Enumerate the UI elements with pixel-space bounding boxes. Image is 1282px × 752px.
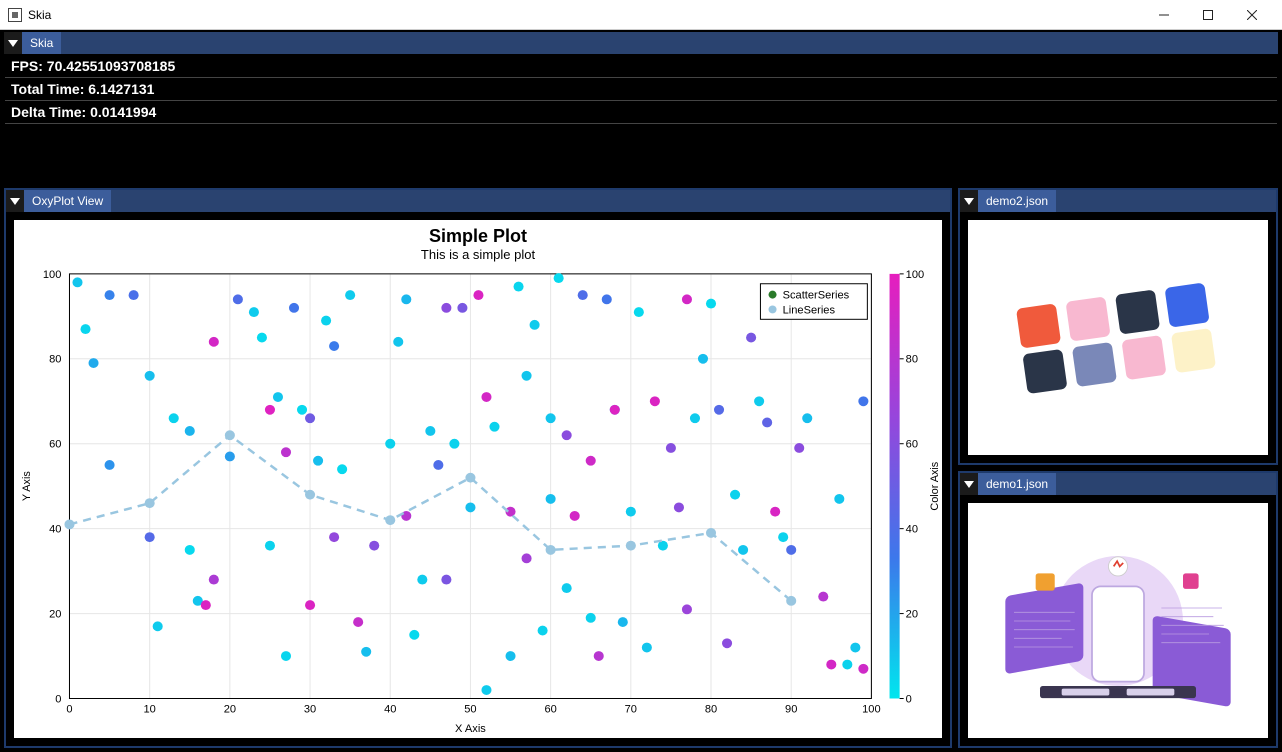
svg-text:60: 60 [906,439,918,451]
window-title: Skia [28,8,51,22]
tab-skia[interactable]: Skia [22,32,61,54]
svg-text:80: 80 [705,703,717,715]
tab-label: OxyPlot View [32,194,103,208]
svg-text:Color Axis: Color Axis [929,461,941,510]
panel-toggle-icon[interactable] [960,190,978,212]
oxyplot-panel: OxyPlot View Simple Plot This is a simpl… [4,188,952,748]
svg-text:90: 90 [785,703,797,715]
demo1-illustration [988,521,1248,721]
tab-demo1[interactable]: demo1.json [978,473,1056,495]
svg-text:80: 80 [49,354,61,366]
demo1-content[interactable] [968,503,1268,738]
svg-text:40: 40 [906,524,918,536]
svg-text:20: 20 [906,609,918,621]
demo1-panel: demo1.json [958,471,1278,748]
demo2-panel: demo2.json [958,188,1278,465]
panel-toggle-icon[interactable] [960,473,978,495]
color-swatch [1171,328,1216,373]
plot-subtitle: This is a simple plot [14,247,942,262]
svg-text:30: 30 [304,703,316,715]
svg-text:40: 40 [384,703,396,715]
maximize-button[interactable] [1186,1,1230,29]
svg-text:Y Axis: Y Axis [21,471,33,501]
demo2-content[interactable] [968,220,1268,455]
close-button[interactable] [1230,1,1274,29]
tab-label: demo1.json [986,477,1048,491]
color-swatch [1121,334,1166,379]
fps-stat: FPS: 70.42551093708185 [5,55,1277,78]
svg-text:10: 10 [144,703,156,715]
color-swatch [1115,289,1160,334]
svg-text:60: 60 [49,439,61,451]
plot-title: Simple Plot [14,220,942,247]
svg-text:0: 0 [55,694,61,706]
svg-text:70: 70 [625,703,637,715]
tab-demo2[interactable]: demo2.json [978,190,1056,212]
app-icon [8,8,22,22]
window-titlebar: Skia [0,0,1282,30]
svg-text:0: 0 [66,703,72,715]
tab-label: Skia [30,36,53,50]
total-time-stat: Total Time: 6.1427131 [5,78,1277,101]
color-swatch [1164,282,1209,327]
color-swatch [1065,296,1110,341]
svg-text:40: 40 [49,524,61,536]
svg-text:80: 80 [906,354,918,366]
svg-text:20: 20 [49,609,61,621]
svg-text:X Axis: X Axis [455,723,486,735]
color-swatch [1016,303,1061,348]
tab-oxyplot[interactable]: OxyPlot View [24,190,111,212]
svg-text:20: 20 [224,703,236,715]
color-swatch [1072,341,1117,386]
panel-toggle-icon[interactable] [6,190,24,212]
delta-time-stat: Delta Time: 0.0141994 [5,101,1277,124]
svg-text:ScatterSeries: ScatterSeries [783,290,850,302]
svg-text:100: 100 [43,269,62,281]
svg-text:100: 100 [862,703,881,715]
plot-area[interactable]: Simple Plot This is a simple plot 0 10 20 3… [14,220,942,738]
panel-toggle-icon[interactable] [4,32,22,54]
tab-label: demo2.json [986,194,1048,208]
svg-text:100: 100 [906,269,925,281]
svg-text:0: 0 [906,694,912,706]
svg-text:60: 60 [544,703,556,715]
color-swatch [1022,348,1067,393]
stats-panel: Skia FPS: 70.42551093708185 Total Time: … [4,32,1278,125]
svg-text:50: 50 [464,703,476,715]
svg-text:LineSeries: LineSeries [783,304,836,316]
minimize-button[interactable] [1142,1,1186,29]
